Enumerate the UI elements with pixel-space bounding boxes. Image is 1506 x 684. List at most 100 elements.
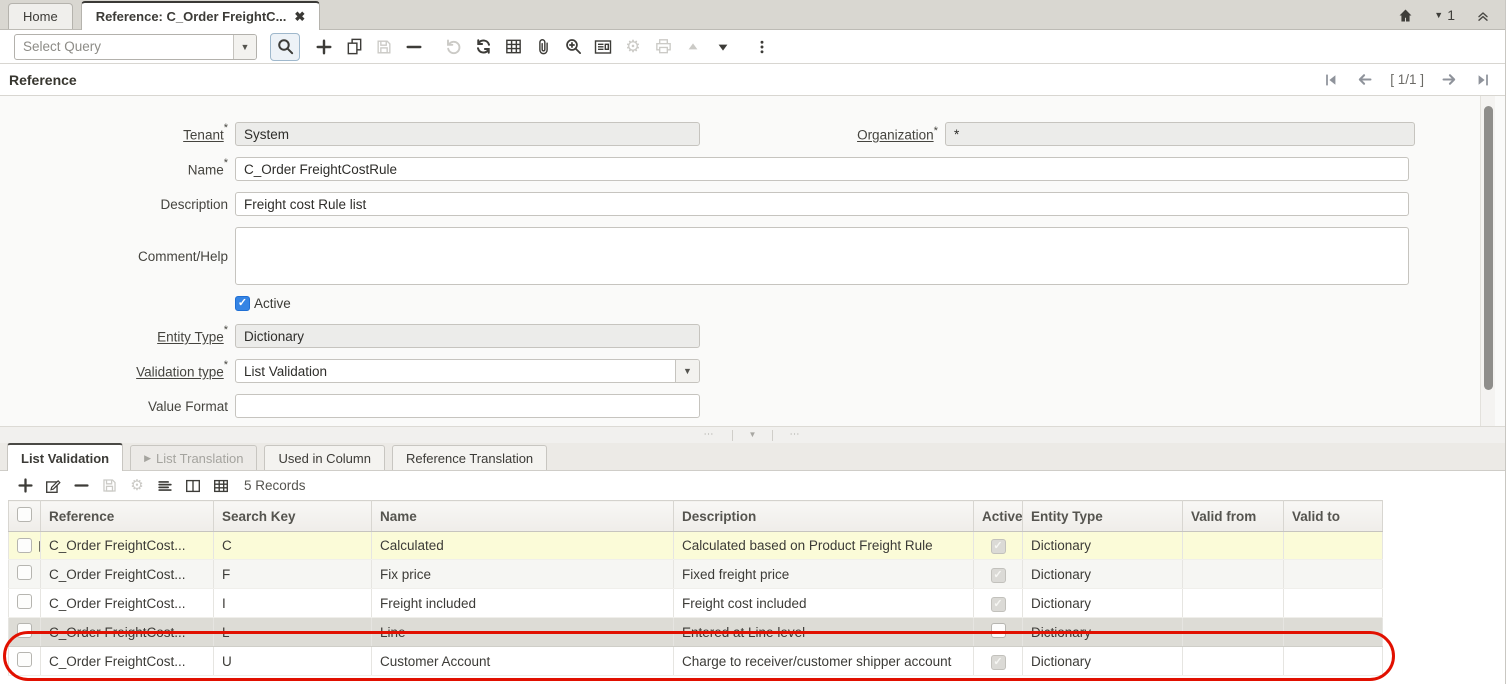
customize-grid-icon[interactable] bbox=[208, 474, 234, 498]
cell-valid-to bbox=[1284, 532, 1383, 560]
col-active[interactable]: Active bbox=[974, 501, 1023, 532]
cell-entity-type: Dictionary bbox=[1023, 618, 1183, 647]
tab-home[interactable]: Home bbox=[8, 3, 73, 29]
print-icon bbox=[648, 33, 678, 61]
row-checkbox[interactable] bbox=[17, 538, 32, 553]
cell-reference: C_Order FreightCost... bbox=[41, 532, 214, 560]
home-icon[interactable] bbox=[1397, 7, 1414, 24]
row-checkbox[interactable] bbox=[17, 623, 32, 638]
pane-splitter[interactable]: ⋯ ▼ ⋯ bbox=[0, 426, 1505, 443]
col-name[interactable]: Name bbox=[372, 501, 674, 532]
attachment-icon[interactable] bbox=[528, 33, 558, 61]
delete-row-icon[interactable] bbox=[68, 474, 94, 498]
cell-description: Entered at Line level bbox=[674, 618, 974, 647]
tab-list-translation[interactable]: ▶ List Translation bbox=[130, 445, 257, 470]
find-icon[interactable] bbox=[270, 33, 300, 61]
value-format-field[interactable] bbox=[235, 394, 700, 418]
row-checkbox[interactable] bbox=[17, 652, 32, 667]
previous-record-icon[interactable] bbox=[1356, 71, 1373, 88]
tab-list-validation[interactable]: List Validation bbox=[7, 443, 123, 471]
splitter-collapse-icon[interactable]: ▼ bbox=[733, 431, 773, 439]
table-row[interactable]: C_Order FreightCost... F Fix price Fixed… bbox=[9, 560, 1383, 589]
form-scrollbar[interactable] bbox=[1480, 96, 1495, 441]
splitter-dots-left[interactable]: ⋯ bbox=[688, 430, 732, 440]
delete-record-icon[interactable] bbox=[399, 33, 429, 61]
close-tab-icon[interactable]: ✖ bbox=[294, 9, 305, 25]
col-entity-type[interactable]: Entity Type bbox=[1023, 501, 1183, 532]
active-cell-checkbox bbox=[991, 568, 1006, 583]
desktop-selector[interactable]: ▼ 1 bbox=[1434, 7, 1455, 23]
copy-record-icon[interactable] bbox=[339, 33, 369, 61]
cell-valid-from bbox=[1183, 589, 1284, 618]
cell-valid-to bbox=[1284, 618, 1383, 647]
cell-reference: C_Order FreightCost... bbox=[41, 618, 214, 647]
entity-type-field[interactable]: Dictionary bbox=[235, 324, 700, 348]
table-row[interactable]: C_Order FreightCost... L Line Entered at… bbox=[9, 618, 1383, 647]
validation-type-combobox[interactable]: List Validation ▼ bbox=[235, 359, 700, 383]
row-checkbox[interactable] bbox=[17, 565, 32, 580]
col-reference[interactable]: Reference bbox=[41, 501, 214, 532]
col-description[interactable]: Description bbox=[674, 501, 974, 532]
header-select-all bbox=[9, 501, 41, 532]
process-icon: ⚙ bbox=[618, 33, 648, 61]
new-record-icon[interactable] bbox=[309, 33, 339, 61]
entity-type-row: Entity Type* Dictionary bbox=[0, 324, 1505, 348]
active-checkbox[interactable] bbox=[235, 296, 250, 311]
toggle-grid-icon[interactable] bbox=[498, 33, 528, 61]
active-cell-checkbox bbox=[991, 539, 1006, 554]
col-valid-to[interactable]: Valid to bbox=[1284, 501, 1383, 532]
next-record-icon[interactable] bbox=[1441, 71, 1458, 88]
validation-type-dropdown-icon[interactable]: ▼ bbox=[675, 360, 699, 382]
table-row-annotated[interactable]: C_Order FreightCost... U Customer Accoun… bbox=[9, 647, 1383, 676]
row-checkbox[interactable] bbox=[17, 594, 32, 609]
new-row-icon[interactable] bbox=[12, 474, 38, 498]
zoom-across-icon[interactable] bbox=[558, 33, 588, 61]
undo-icon bbox=[438, 33, 468, 61]
splitter-dots-right[interactable]: ⋯ bbox=[773, 430, 817, 440]
name-label: Name* bbox=[0, 160, 235, 178]
active-label: Active bbox=[254, 296, 291, 311]
table-row[interactable]: C_Order FreightCost... C Calculated Calc… bbox=[9, 532, 1383, 560]
more-options-icon[interactable] bbox=[747, 33, 777, 61]
chat-icon[interactable] bbox=[588, 33, 618, 61]
last-record-icon[interactable] bbox=[1475, 72, 1491, 88]
first-record-icon[interactable] bbox=[1323, 72, 1339, 88]
description-row: Description Freight cost Rule list bbox=[0, 192, 1505, 216]
cell-entity-type: Dictionary bbox=[1023, 532, 1183, 560]
description-label: Description bbox=[0, 197, 235, 212]
active-cell-checkbox bbox=[991, 655, 1006, 670]
organization-field[interactable]: * bbox=[945, 122, 1415, 146]
comment-help-field[interactable] bbox=[235, 227, 1409, 285]
tab-used-in-column-label: Used in Column bbox=[278, 451, 371, 466]
cell-search-key: U bbox=[214, 647, 372, 676]
record-pager: [ 1/1 ] bbox=[1323, 71, 1491, 88]
cell-description: Calculated based on Product Freight Rule bbox=[674, 532, 974, 560]
cell-entity-type: Dictionary bbox=[1023, 589, 1183, 618]
description-field[interactable]: Freight cost Rule list bbox=[235, 192, 1409, 216]
parent-record-icon bbox=[678, 33, 708, 61]
detail-record-icon[interactable] bbox=[708, 33, 738, 61]
cell-entity-type: Dictionary bbox=[1023, 647, 1183, 676]
tab-used-in-column[interactable]: Used in Column bbox=[264, 445, 385, 470]
quick-form-icon[interactable] bbox=[152, 474, 178, 498]
toggle-panel-icon[interactable] bbox=[180, 474, 206, 498]
select-query-combobox[interactable]: ▼ bbox=[14, 34, 257, 60]
col-valid-from[interactable]: Valid from bbox=[1183, 501, 1284, 532]
select-query-input[interactable] bbox=[15, 35, 233, 59]
refresh-icon[interactable] bbox=[468, 33, 498, 61]
cell-reference: C_Order FreightCost... bbox=[41, 647, 214, 676]
select-all-checkbox[interactable] bbox=[17, 507, 32, 522]
tab-reference[interactable]: Reference: C_Order FreightC... ✖ bbox=[81, 1, 321, 30]
desktop-number: 1 bbox=[1447, 7, 1455, 23]
edit-row-icon[interactable] bbox=[40, 474, 66, 498]
select-query-dropdown-icon[interactable]: ▼ bbox=[233, 35, 256, 59]
name-field[interactable]: C_Order FreightCostRule bbox=[235, 157, 1409, 181]
col-search-key[interactable]: Search Key bbox=[214, 501, 372, 532]
tab-reference-translation[interactable]: Reference Translation bbox=[392, 445, 547, 470]
collapse-header-icon[interactable] bbox=[1475, 7, 1491, 23]
tenant-field[interactable]: System bbox=[235, 122, 700, 146]
table-row[interactable]: C_Order FreightCost... I Freight include… bbox=[9, 589, 1383, 618]
comment-help-label: Comment/Help bbox=[0, 227, 235, 264]
form-scrollbar-thumb[interactable] bbox=[1484, 106, 1493, 390]
entity-type-label: Entity Type* bbox=[0, 327, 235, 345]
